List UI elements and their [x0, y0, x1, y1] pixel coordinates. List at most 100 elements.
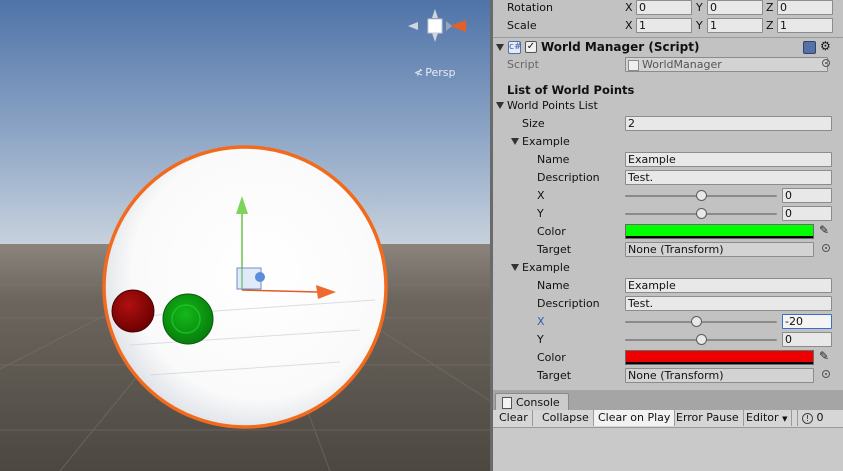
- element-1-foldout[interactable]: Example: [493, 259, 843, 277]
- scale-y-axis[interactable]: Y: [696, 19, 703, 32]
- element-0-target-picker-icon[interactable]: [822, 244, 830, 252]
- element-1-color-label: Color: [537, 351, 566, 364]
- size-row: Size 2: [493, 115, 843, 133]
- console-tab-label: Console: [516, 396, 560, 409]
- element-1-name-field[interactable]: Example: [625, 278, 832, 293]
- script-value: WorldManager: [642, 58, 722, 71]
- green-ball[interactable]: [162, 293, 214, 345]
- element-0-color-row: Color ✎: [493, 223, 843, 241]
- element-0-header: Example: [522, 135, 570, 148]
- console-tab[interactable]: Console: [495, 393, 569, 411]
- size-field[interactable]: 2: [625, 116, 832, 131]
- list-header: List of World Points: [507, 83, 635, 97]
- perspective-label[interactable]: ≮ Persp: [414, 66, 455, 79]
- console-log-area[interactable]: [493, 428, 843, 471]
- element-0-x-slider-thumb[interactable]: [696, 190, 707, 201]
- element-1-name-row: Name Example: [493, 277, 843, 295]
- perspective-text: Persp: [425, 66, 456, 79]
- element-0-name-row: Name Example: [493, 151, 843, 169]
- element-1-y-slider-thumb[interactable]: [696, 334, 707, 345]
- script-field[interactable]: WorldManager: [625, 57, 828, 72]
- element-1-x-row: X -20: [493, 313, 843, 331]
- help-book-icon[interactable]: [803, 41, 816, 54]
- element-0-y-slider-thumb[interactable]: [696, 208, 707, 219]
- element-0-y-label: Y: [537, 207, 544, 220]
- editor-dropdown[interactable]: Editor ▼: [742, 410, 793, 426]
- rotation-x-axis[interactable]: X: [625, 1, 633, 14]
- element-1-eyedropper-icon[interactable]: ✎: [819, 349, 829, 363]
- element-0-name-field[interactable]: Example: [625, 152, 832, 167]
- collapse-button[interactable]: Collapse: [538, 410, 594, 426]
- element-1-x-label: X: [537, 315, 545, 328]
- scale-x-axis[interactable]: X: [625, 19, 633, 32]
- rotation-z-axis[interactable]: Z: [766, 1, 774, 14]
- list-foldout-row[interactable]: World Points List: [493, 97, 843, 115]
- scale-label: Scale: [507, 19, 537, 32]
- element-0-arrow-icon[interactable]: [511, 138, 519, 145]
- element-1-target-label: Target: [537, 369, 572, 382]
- element-0-name-label: Name: [537, 153, 570, 166]
- scale-row: Scale X 1 Y 1 Z 1: [493, 17, 843, 35]
- clear-button[interactable]: Clear: [495, 410, 533, 426]
- console-panel: Console Clear Collapse Clear on Play Err…: [493, 390, 843, 471]
- element-1-color-field[interactable]: [625, 350, 814, 365]
- element-0-target-field[interactable]: None (Transform): [625, 242, 814, 257]
- element-1-name-label: Name: [537, 279, 570, 292]
- script-row: Script WorldManager: [493, 56, 843, 74]
- element-0-target-label: Target: [537, 243, 572, 256]
- orientation-gizmo[interactable]: [402, 4, 478, 60]
- scale-y-field[interactable]: 1: [707, 18, 763, 33]
- element-1-y-field[interactable]: 0: [782, 332, 832, 347]
- chevron-down-icon: ▼: [782, 415, 788, 423]
- rotation-x-field[interactable]: 0: [636, 0, 692, 15]
- foldout-arrow-icon[interactable]: [496, 44, 504, 51]
- element-1-y-label: Y: [537, 333, 544, 346]
- script-picker-icon[interactable]: [822, 59, 830, 67]
- element-0-desc-field[interactable]: Test.: [625, 170, 832, 185]
- script-label: Script: [507, 58, 539, 71]
- element-1-x-slider-thumb[interactable]: [691, 316, 703, 327]
- element-1-desc-label: Description: [537, 297, 600, 310]
- element-1-arrow-icon[interactable]: [511, 264, 519, 271]
- perspective-icon: ≮: [414, 66, 424, 79]
- console-toolbar: Clear Collapse Clear on Play Error Pause…: [493, 410, 843, 428]
- element-1-target-picker-icon[interactable]: [822, 370, 830, 378]
- scene-view[interactable]: ≮ Persp: [0, 0, 490, 471]
- script-file-icon: [628, 60, 639, 71]
- error-pause-button[interactable]: Error Pause: [672, 410, 744, 426]
- scale-x-field[interactable]: 1: [636, 18, 692, 33]
- component-enabled-checkbox[interactable]: ✓: [525, 41, 537, 53]
- element-0-desc-label: Description: [537, 171, 600, 184]
- console-icon: [502, 396, 512, 409]
- element-1-desc-row: Description Test.: [493, 295, 843, 313]
- element-1-desc-field[interactable]: Test.: [625, 296, 832, 311]
- scale-z-field[interactable]: 1: [777, 18, 833, 33]
- component-header[interactable]: c# ✓ World Manager (Script) ⚙: [493, 39, 843, 57]
- clear-on-play-button[interactable]: Clear on Play: [594, 410, 676, 426]
- element-0-color-label: Color: [537, 225, 566, 238]
- element-0-eyedropper-icon[interactable]: ✎: [819, 223, 829, 237]
- red-ball[interactable]: [111, 289, 155, 333]
- element-0-x-label: X: [537, 189, 545, 202]
- list-foldout-label: World Points List: [507, 99, 598, 112]
- element-1-target-field[interactable]: None (Transform): [625, 368, 814, 383]
- element-0-y-field[interactable]: 0: [782, 206, 832, 221]
- rotation-y-field[interactable]: 0: [707, 0, 763, 15]
- element-0-desc-row: Description Test.: [493, 169, 843, 187]
- element-0-color-field[interactable]: [625, 224, 814, 239]
- scale-z-axis[interactable]: Z: [766, 19, 774, 32]
- element-0-foldout[interactable]: Example: [493, 133, 843, 151]
- element-1-y-row: Y 0: [493, 331, 843, 349]
- size-label: Size: [522, 117, 545, 130]
- rotation-z-field[interactable]: 0: [777, 0, 833, 15]
- element-0-y-row: Y 0: [493, 205, 843, 223]
- element-0-target-row: Target None (Transform): [493, 241, 843, 259]
- element-1-target-row: Target None (Transform): [493, 367, 843, 385]
- list-foldout-arrow-icon[interactable]: [496, 102, 504, 109]
- editor-dropdown-label: Editor: [746, 411, 779, 424]
- gear-icon[interactable]: ⚙: [820, 39, 831, 53]
- element-1-x-field[interactable]: -20: [782, 314, 832, 329]
- element-0-x-field[interactable]: 0: [782, 188, 832, 203]
- info-count-toggle[interactable]: ! 0: [797, 410, 828, 426]
- rotation-y-axis[interactable]: Y: [696, 1, 703, 14]
